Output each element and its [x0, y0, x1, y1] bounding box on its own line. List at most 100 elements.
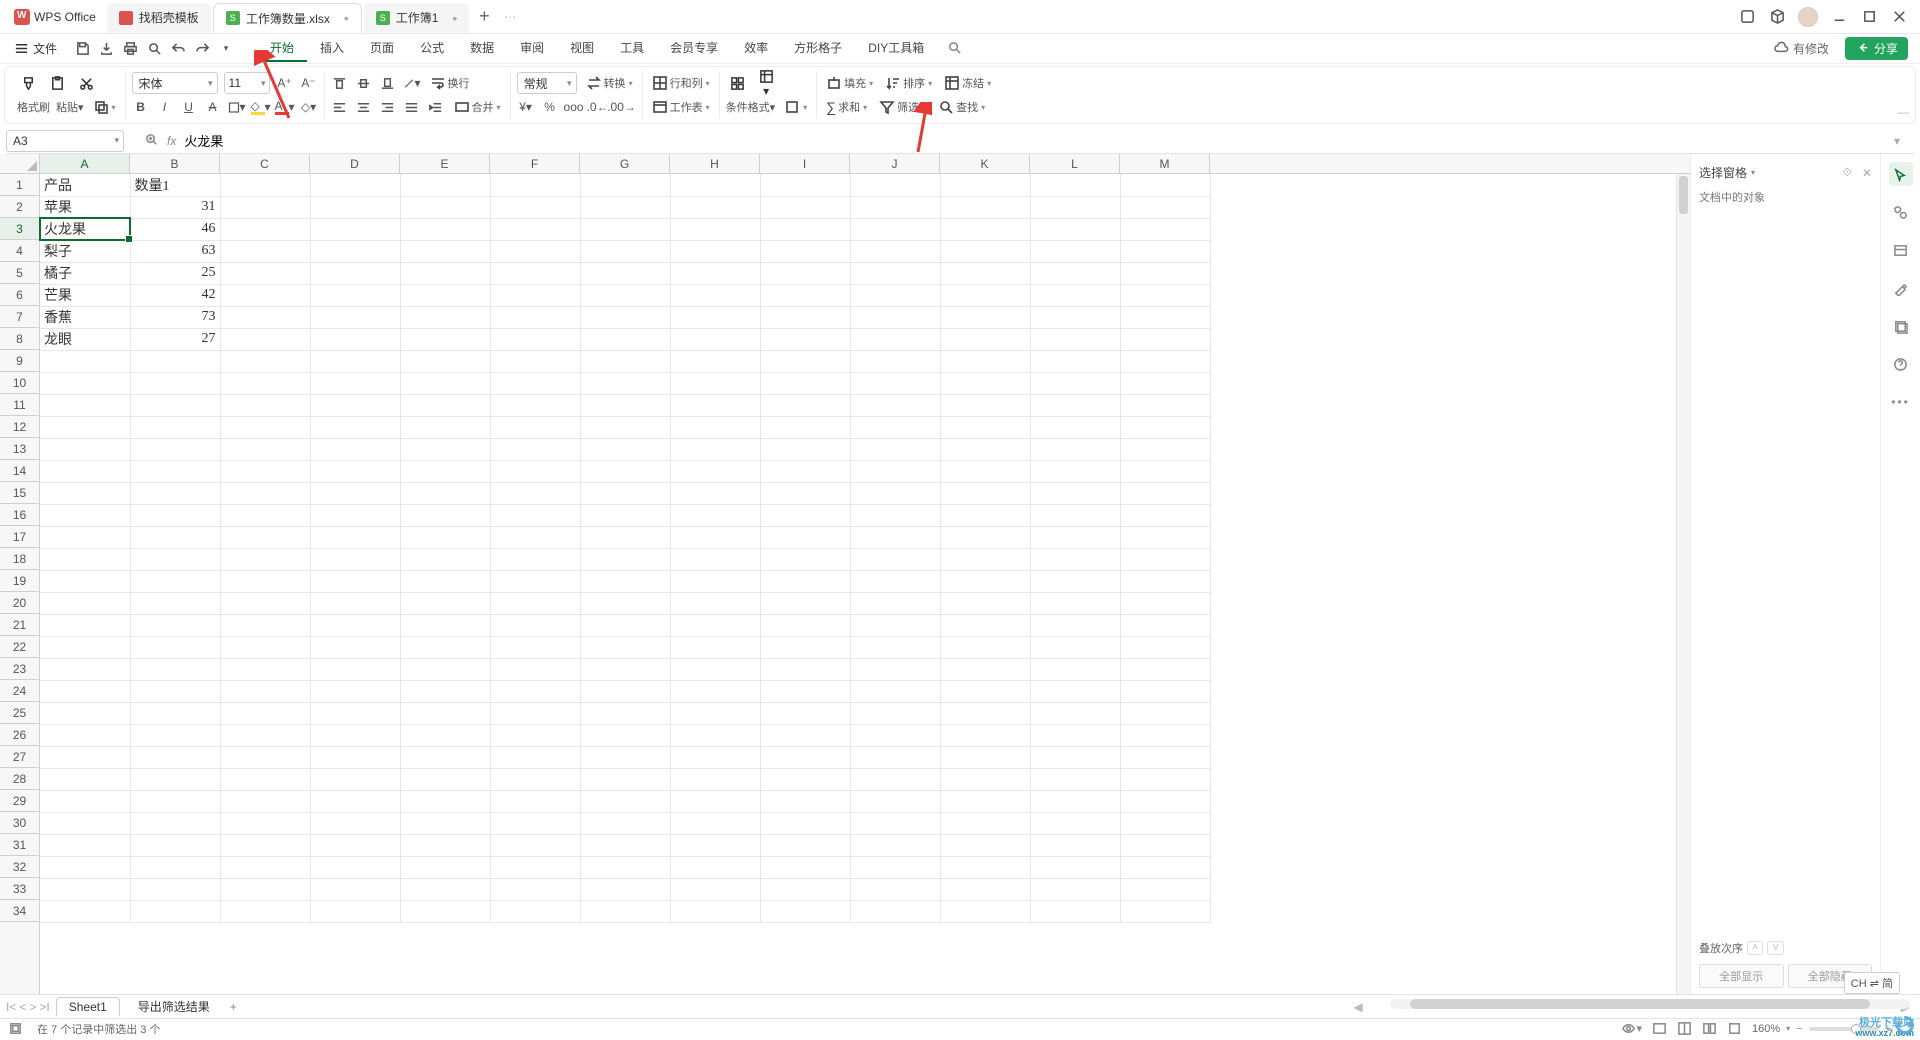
cell-J19[interactable]: [850, 570, 940, 592]
cell-J24[interactable]: [850, 680, 940, 702]
cell-K24[interactable]: [940, 680, 1030, 702]
cell-K11[interactable]: [940, 394, 1030, 416]
cell-H28[interactable]: [670, 768, 760, 790]
cell-D27[interactable]: [310, 746, 400, 768]
cell-J4[interactable]: [850, 240, 940, 262]
cell-E10[interactable]: [400, 372, 490, 394]
cell-D3[interactable]: [310, 218, 400, 240]
qab-more-icon[interactable]: ▾: [217, 40, 235, 58]
cell-D6[interactable]: [310, 284, 400, 306]
chevron-down-icon[interactable]: ▾: [1751, 168, 1755, 177]
cell-I11[interactable]: [760, 394, 850, 416]
cell-G11[interactable]: [580, 394, 670, 416]
cell-K22[interactable]: [940, 636, 1030, 658]
cell-J16[interactable]: [850, 504, 940, 526]
row-header-20[interactable]: 20: [0, 592, 39, 614]
cell-J12[interactable]: [850, 416, 940, 438]
cell-G30[interactable]: [580, 812, 670, 834]
cell-C34[interactable]: [220, 900, 310, 922]
export-icon[interactable]: [97, 40, 115, 58]
col-header-K[interactable]: K: [940, 154, 1030, 173]
cell-style-button[interactable]: ▾: [781, 98, 810, 116]
cell-E14[interactable]: [400, 460, 490, 482]
ime-indicator[interactable]: CH ⇌ 简: [1844, 972, 1900, 994]
row-header-21[interactable]: 21: [0, 614, 39, 636]
cell-J14[interactable]: [850, 460, 940, 482]
cell-D12[interactable]: [310, 416, 400, 438]
cell-M14[interactable]: [1120, 460, 1210, 482]
cell-K29[interactable]: [940, 790, 1030, 812]
cell-F32[interactable]: [490, 856, 580, 878]
cell-A33[interactable]: [40, 878, 130, 900]
cell-M5[interactable]: [1120, 262, 1210, 284]
cell-L29[interactable]: [1030, 790, 1120, 812]
cell-B5[interactable]: 25: [130, 262, 220, 284]
cell-I23[interactable]: [760, 658, 850, 680]
view-pagebreak-icon[interactable]: [1677, 1021, 1692, 1036]
thousands-icon[interactable]: ooo: [565, 98, 583, 116]
col-header-F[interactable]: F: [490, 154, 580, 173]
row-header-3[interactable]: 3: [0, 218, 39, 240]
cell-A18[interactable]: [40, 548, 130, 570]
cell-C14[interactable]: [220, 460, 310, 482]
table-style-button[interactable]: ▾: [755, 69, 778, 98]
cell-I21[interactable]: [760, 614, 850, 636]
cell-J15[interactable]: [850, 482, 940, 504]
cell-D7[interactable]: [310, 306, 400, 328]
cell-E2[interactable]: [400, 196, 490, 218]
cell-F4[interactable]: [490, 240, 580, 262]
underline-button[interactable]: U: [180, 98, 198, 116]
cell-I4[interactable]: [760, 240, 850, 262]
align-middle-icon[interactable]: [355, 74, 373, 92]
cell-H31[interactable]: [670, 834, 760, 856]
cell-A15[interactable]: [40, 482, 130, 504]
close-pane-icon[interactable]: ✕: [1862, 166, 1872, 180]
cell-B11[interactable]: [130, 394, 220, 416]
cell-B17[interactable]: [130, 526, 220, 548]
indent-icon[interactable]: [427, 98, 445, 116]
border-button[interactable]: ▾: [228, 98, 246, 116]
vertical-scrollbar[interactable]: [1676, 174, 1690, 994]
cond-format-label[interactable]: 条件格式▾: [726, 99, 776, 115]
cell-G13[interactable]: [580, 438, 670, 460]
cell-J26[interactable]: [850, 724, 940, 746]
cell-C20[interactable]: [220, 592, 310, 614]
cell-G10[interactable]: [580, 372, 670, 394]
row-header-24[interactable]: 24: [0, 680, 39, 702]
cell-I12[interactable]: [760, 416, 850, 438]
cell-I13[interactable]: [760, 438, 850, 460]
cell-K27[interactable]: [940, 746, 1030, 768]
cell-D18[interactable]: [310, 548, 400, 570]
cell-K28[interactable]: [940, 768, 1030, 790]
cell-B16[interactable]: [130, 504, 220, 526]
cell-C9[interactable]: [220, 350, 310, 372]
fill-button[interactable]: 填充▾: [823, 74, 876, 92]
row-header-30[interactable]: 30: [0, 812, 39, 834]
cell-M2[interactable]: [1120, 196, 1210, 218]
cell-F23[interactable]: [490, 658, 580, 680]
cell-D2[interactable]: [310, 196, 400, 218]
cell-L19[interactable]: [1030, 570, 1120, 592]
cell-E19[interactable]: [400, 570, 490, 592]
cell-I27[interactable]: [760, 746, 850, 768]
cell-K6[interactable]: [940, 284, 1030, 306]
cell-H25[interactable]: [670, 702, 760, 724]
cell-B32[interactable]: [130, 856, 220, 878]
row-header-34[interactable]: 34: [0, 900, 39, 922]
cell-K15[interactable]: [940, 482, 1030, 504]
cell-B1[interactable]: 数量1: [130, 174, 220, 196]
cell-H14[interactable]: [670, 460, 760, 482]
cell-B29[interactable]: [130, 790, 220, 812]
cell-F16[interactable]: [490, 504, 580, 526]
align-left-icon[interactable]: [331, 98, 349, 116]
col-header-J[interactable]: J: [850, 154, 940, 173]
cell-C22[interactable]: [220, 636, 310, 658]
cell-A14[interactable]: [40, 460, 130, 482]
cell-K19[interactable]: [940, 570, 1030, 592]
cell-B6[interactable]: 42: [130, 284, 220, 306]
cell-F15[interactable]: [490, 482, 580, 504]
cell-B24[interactable]: [130, 680, 220, 702]
cell-M10[interactable]: [1120, 372, 1210, 394]
currency-icon[interactable]: ¥▾: [517, 98, 535, 116]
cell-D15[interactable]: [310, 482, 400, 504]
